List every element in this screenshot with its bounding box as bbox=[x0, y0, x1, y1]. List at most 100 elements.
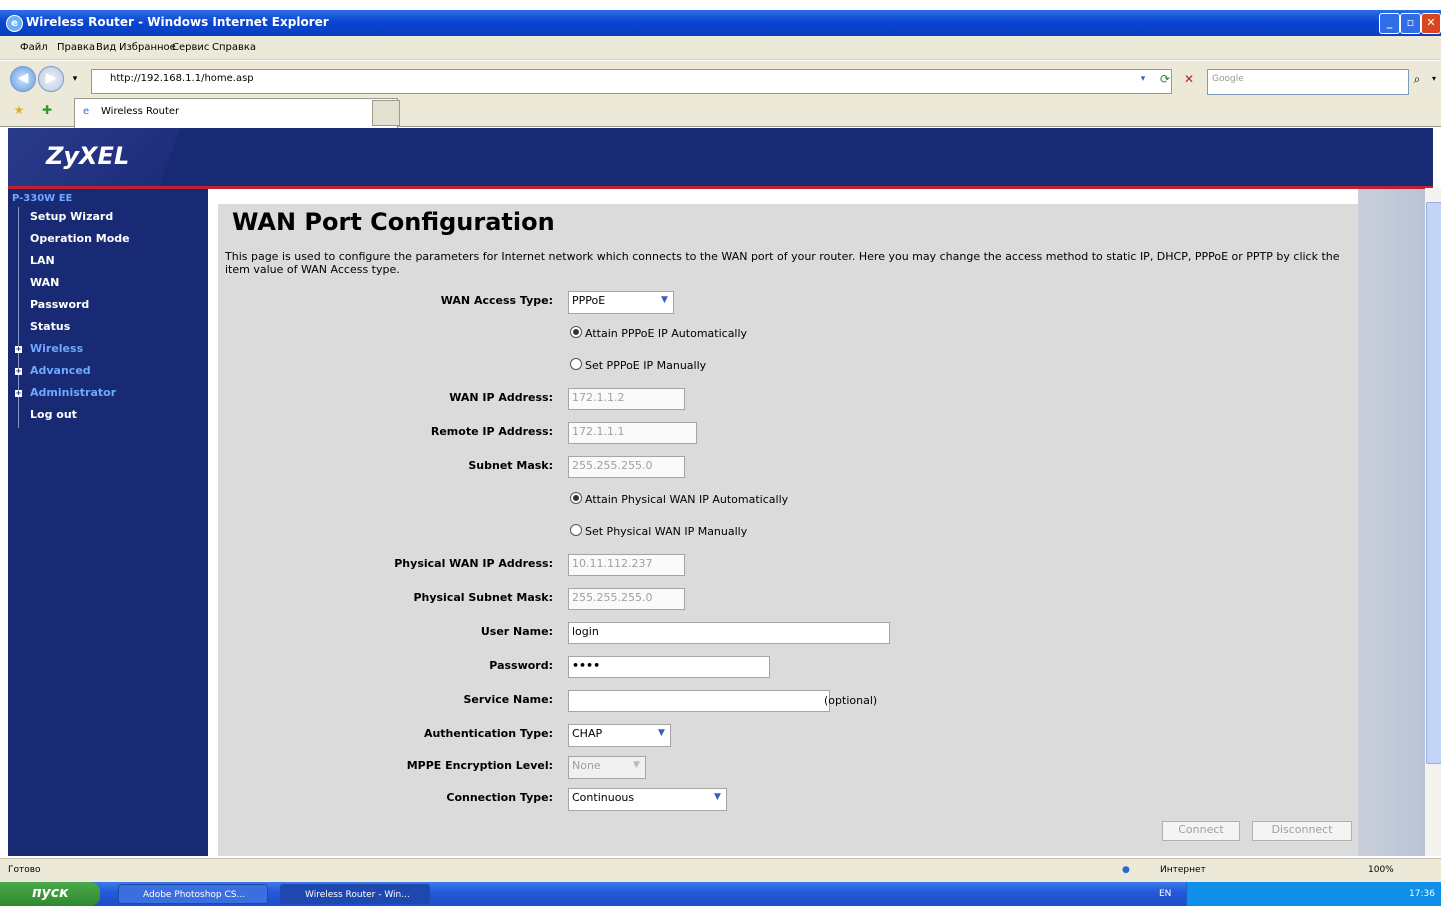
radio-pppoe-manual[interactable]: Set PPPoE IP Manually bbox=[570, 358, 706, 372]
physical-subnet-label: Physical Subnet Mask: bbox=[413, 591, 553, 604]
service-name-field[interactable] bbox=[568, 690, 830, 712]
connection-type-label: Connection Type: bbox=[446, 791, 553, 804]
sidebar-item-status[interactable]: Status bbox=[30, 320, 70, 333]
zoom-level[interactable]: 100% bbox=[1368, 865, 1394, 875]
security-zone: Интернет bbox=[1160, 865, 1206, 875]
tab-title: Wireless Router bbox=[101, 106, 180, 117]
sidebar-item-password[interactable]: Password bbox=[30, 298, 89, 311]
username-label: User Name: bbox=[480, 625, 553, 638]
subnet-mask-field[interactable]: 255.255.255.0 bbox=[568, 456, 685, 478]
page-title: WAN Port Configuration bbox=[232, 208, 555, 236]
tab-bar: ★ ✚ e Wireless Router bbox=[0, 95, 1441, 134]
scrollbar-thumb[interactable] bbox=[1426, 202, 1441, 764]
connection-type-select[interactable]: Continuous ▼ bbox=[568, 788, 727, 811]
password-field[interactable]: •••• bbox=[568, 656, 770, 678]
remote-ip-label: Remote IP Address: bbox=[430, 425, 553, 438]
password-label: Password: bbox=[489, 659, 553, 672]
service-optional-note: (optional) bbox=[824, 694, 878, 707]
mppe-level-select[interactable]: None ▼ bbox=[568, 756, 646, 779]
taskbar: пуск Adobe Photoshop CS... Wireless Rout… bbox=[0, 882, 1441, 906]
address-toolbar: ◀ ▶ ▾ http://192.168.1.1/home.asp ▾ ⟳ ✕ … bbox=[0, 61, 1441, 95]
menu-file[interactable]: Файл bbox=[20, 42, 48, 53]
wan-ip-label: WAN IP Address: bbox=[449, 391, 553, 404]
sidebar-item-administrator[interactable]: Administrator bbox=[30, 386, 116, 399]
status-bar: Готово ● Интернет 100% bbox=[0, 858, 1441, 882]
menu-tools[interactable]: Сервис bbox=[172, 42, 209, 53]
chevron-down-icon: ▼ bbox=[714, 792, 721, 802]
minimize-button[interactable]: _ bbox=[1379, 13, 1400, 34]
menu-view[interactable]: Вид bbox=[96, 42, 116, 53]
ie-icon: e bbox=[6, 15, 23, 32]
menu-favorites[interactable]: Избранное bbox=[119, 42, 176, 53]
wan-ip-field[interactable]: 172.1.1.2 bbox=[568, 388, 685, 410]
back-icon[interactable]: ◀ bbox=[10, 66, 36, 92]
window-titlebar: e Wireless Router - Windows Internet Exp… bbox=[0, 10, 1441, 36]
add-favorite-icon[interactable]: ✚ bbox=[38, 101, 56, 119]
subnet-mask-label: Subnet Mask: bbox=[468, 459, 553, 472]
clock: 17:36 bbox=[1409, 889, 1435, 899]
right-decoration bbox=[1358, 189, 1433, 856]
search-options-icon[interactable]: ▾ bbox=[1425, 70, 1441, 88]
chevron-down-icon: ▼ bbox=[633, 760, 640, 770]
new-tab-button[interactable] bbox=[372, 100, 400, 126]
sidebar-item-operation-mode[interactable]: Operation Mode bbox=[30, 232, 130, 245]
mppe-level-label: MPPE Encryption Level: bbox=[406, 759, 553, 772]
search-input[interactable]: Google bbox=[1207, 69, 1409, 95]
chevron-down-icon: ▼ bbox=[658, 728, 665, 738]
status-text: Готово bbox=[8, 865, 41, 875]
radio-physical-manual[interactable]: Set Physical WAN IP Manually bbox=[570, 524, 747, 538]
remote-ip-field[interactable]: 172.1.1.1 bbox=[568, 422, 697, 444]
radio-pppoe-auto[interactable]: Attain PPPoE IP Automatically bbox=[570, 326, 747, 340]
page-description: This page is used to configure the param… bbox=[225, 250, 1340, 276]
favorites-star-icon[interactable]: ★ bbox=[10, 101, 28, 119]
sidebar-item-logout[interactable]: Log out bbox=[30, 408, 77, 421]
menu-edit[interactable]: Правка bbox=[57, 42, 95, 53]
sidebar: P-330W EE Setup Wizard Operation Mode LA… bbox=[8, 189, 208, 856]
globe-icon: ● bbox=[1122, 865, 1130, 875]
wan-access-type-select[interactable]: PPPoE ▼ bbox=[568, 291, 674, 314]
wan-access-type-label: WAN Access Type: bbox=[440, 294, 553, 307]
router-header: ZyXEL bbox=[8, 128, 1433, 189]
sidebar-item-setup-wizard[interactable]: Setup Wizard bbox=[30, 210, 113, 223]
physical-subnet-field[interactable]: 255.255.255.0 bbox=[568, 588, 685, 610]
sidebar-item-wan[interactable]: WAN bbox=[30, 276, 59, 289]
router-page: ZyXEL P-330W EE Setup Wizard Operation M… bbox=[8, 128, 1433, 856]
refresh-icon[interactable]: ⟳ bbox=[1156, 70, 1174, 88]
disconnect-button[interactable]: Disconnect bbox=[1252, 821, 1352, 841]
start-button[interactable]: пуск bbox=[0, 882, 100, 906]
search-icon[interactable]: ⌕ bbox=[1408, 70, 1426, 88]
language-indicator[interactable]: EN bbox=[1159, 889, 1171, 899]
sidebar-item-advanced[interactable]: Advanced bbox=[30, 364, 91, 377]
maximize-button[interactable]: ▫ bbox=[1400, 13, 1421, 34]
auth-type-select[interactable]: CHAP ▼ bbox=[568, 724, 671, 747]
sidebar-item-wireless[interactable]: Wireless bbox=[30, 342, 83, 355]
vertical-scrollbar[interactable] bbox=[1425, 188, 1441, 856]
url-dropdown-icon[interactable]: ▾ bbox=[1134, 70, 1152, 88]
expand-administrator-icon[interactable]: + bbox=[15, 390, 22, 397]
logo: ZyXEL bbox=[8, 128, 180, 186]
window-title: Wireless Router - Windows Internet Explo… bbox=[26, 15, 329, 29]
page-icon: e bbox=[83, 106, 90, 117]
radio-physical-auto[interactable]: Attain Physical WAN IP Automatically bbox=[570, 492, 788, 506]
expand-wireless-icon[interactable]: + bbox=[15, 346, 22, 353]
menu-bar: Файл Правка Вид Избранное Сервис Справка bbox=[0, 36, 1441, 60]
physical-wan-ip-field[interactable]: 10.11.112.237 bbox=[568, 554, 685, 576]
connect-button[interactable]: Connect bbox=[1162, 821, 1240, 841]
physical-wan-ip-label: Physical WAN IP Address: bbox=[394, 557, 553, 570]
model-name: P-330W EE bbox=[12, 193, 73, 204]
username-field[interactable]: login bbox=[568, 622, 890, 644]
sidebar-item-lan[interactable]: LAN bbox=[30, 254, 55, 267]
task-photoshop[interactable]: Adobe Photoshop CS... bbox=[118, 884, 268, 904]
task-wireless-router[interactable]: Wireless Router - Win... bbox=[280, 884, 430, 904]
auth-type-label: Authentication Type: bbox=[423, 727, 553, 740]
service-name-label: Service Name: bbox=[463, 693, 553, 706]
wan-config-panel: WAN Port Configuration This page is used… bbox=[218, 204, 1358, 856]
history-dropdown-icon[interactable]: ▾ bbox=[66, 70, 84, 88]
chevron-down-icon: ▼ bbox=[661, 295, 668, 305]
stop-icon[interactable]: ✕ bbox=[1180, 70, 1198, 88]
expand-advanced-icon[interactable]: + bbox=[15, 368, 22, 375]
menu-help[interactable]: Справка bbox=[212, 42, 256, 53]
forward-icon[interactable]: ▶ bbox=[38, 66, 64, 92]
url-input[interactable]: http://192.168.1.1/home.asp bbox=[91, 69, 1172, 94]
close-button[interactable]: ✕ bbox=[1421, 13, 1441, 34]
